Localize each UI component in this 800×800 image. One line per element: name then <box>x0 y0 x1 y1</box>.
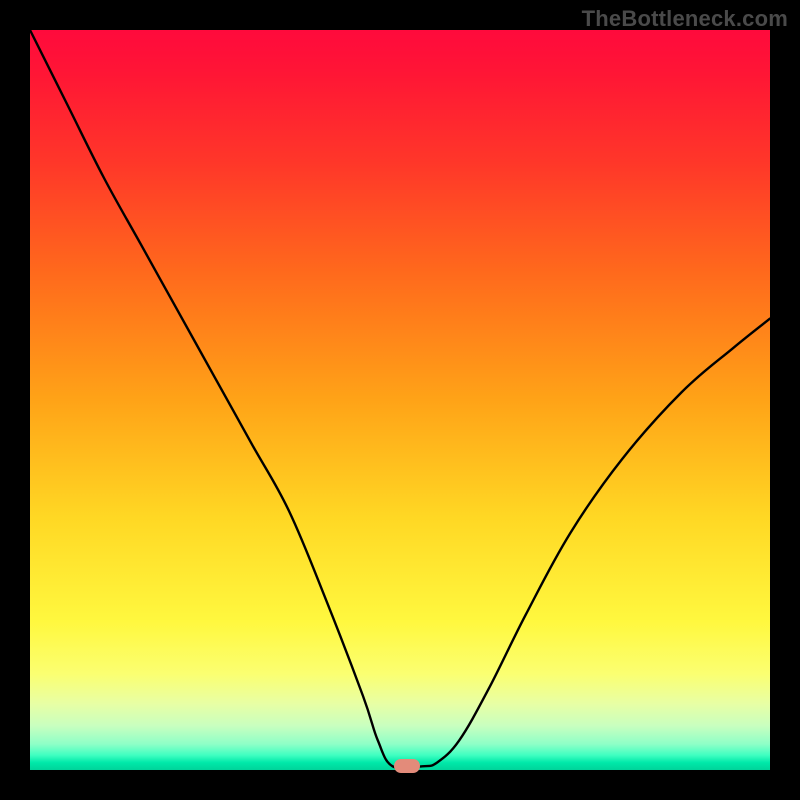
curve-path <box>30 30 770 769</box>
plot-area <box>30 30 770 770</box>
chart-frame: TheBottleneck.com <box>0 0 800 800</box>
watermark-text: TheBottleneck.com <box>582 6 788 32</box>
optimum-marker <box>394 759 420 773</box>
bottleneck-curve <box>30 30 770 770</box>
